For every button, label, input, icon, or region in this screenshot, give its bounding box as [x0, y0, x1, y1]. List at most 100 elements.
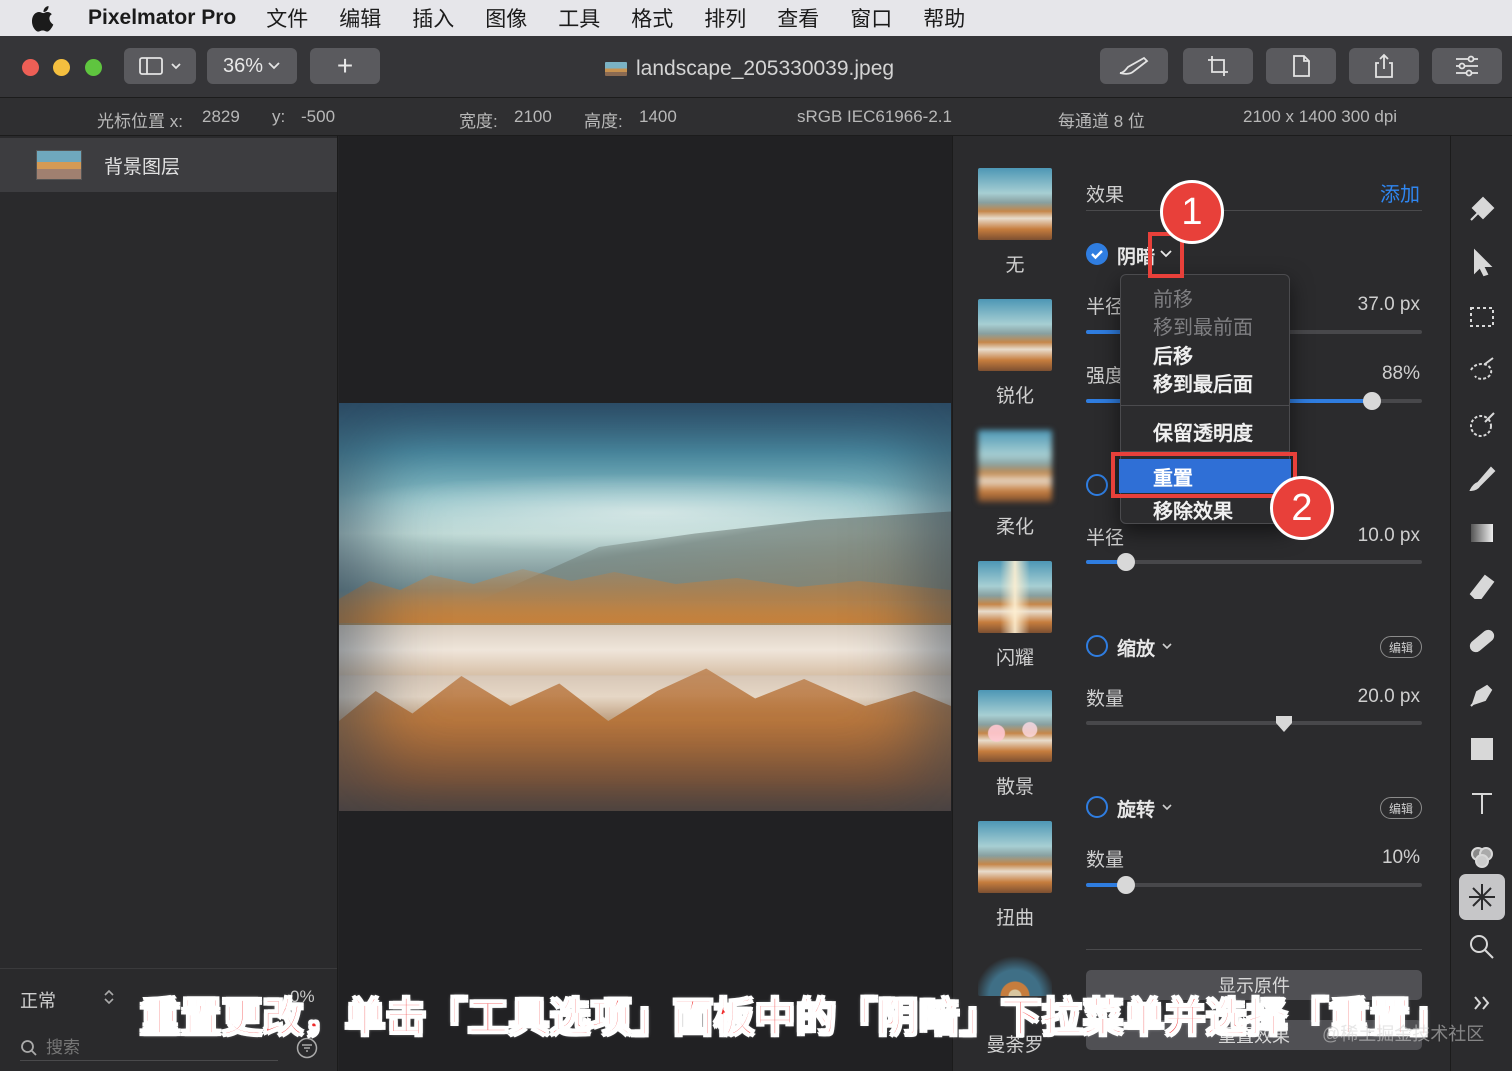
erase-tool[interactable] [1467, 572, 1497, 602]
crop-button[interactable] [1183, 48, 1253, 84]
menu-image[interactable]: 图像 [485, 3, 527, 33]
menu-help[interactable]: 帮助 [923, 3, 965, 33]
share-button[interactable] [1349, 48, 1419, 84]
effects-tool-active[interactable] [1459, 874, 1505, 920]
annotation-box-reset [1111, 452, 1297, 498]
color-picker-tool[interactable] [1467, 410, 1497, 440]
style-tool[interactable] [1467, 194, 1497, 224]
rectangle-shape-icon [1471, 738, 1493, 760]
effects-sparkle-icon [1469, 884, 1495, 910]
canvas-area[interactable] [339, 136, 952, 1071]
marquee-selection-icon [1470, 307, 1494, 327]
cursor-y-label: y: [272, 107, 286, 126]
effect-preset-none[interactable]: 无 [978, 168, 1052, 277]
menu-preserve-transparency[interactable]: 保留透明度 [1153, 417, 1253, 446]
landscape-image[interactable] [339, 403, 951, 811]
rotate-edit-button[interactable]: 编辑 [1380, 797, 1422, 819]
rotate-amount-knob[interactable] [1117, 876, 1136, 894]
zoom-amount-knob[interactable] [1275, 715, 1293, 733]
rotate-amount-slider[interactable] [1086, 876, 1422, 894]
adjust-button[interactable] [1432, 48, 1502, 84]
second-radius-slider[interactable] [1086, 553, 1422, 571]
effect-thumbnail [978, 821, 1052, 893]
menu-move-backward[interactable]: 后移 [1153, 340, 1193, 369]
updown-chevron-icon[interactable] [102, 987, 116, 1007]
menu-view[interactable]: 查看 [777, 3, 819, 33]
second-effect-checkbox[interactable] [1086, 474, 1108, 496]
menu-tools[interactable]: 工具 [558, 3, 600, 33]
zoom-level-dropdown[interactable]: 36% [207, 48, 297, 84]
type-tool[interactable] [1467, 788, 1497, 818]
shadow-effect-checkbox[interactable] [1086, 243, 1108, 265]
shape-tool[interactable] [1467, 734, 1497, 764]
menu-bring-to-front[interactable]: 移到最前面 [1153, 311, 1253, 340]
document-icon [1293, 55, 1310, 77]
zoom-window-button[interactable] [85, 59, 102, 76]
second-radius-value: 10.0 px [1357, 525, 1420, 546]
height-label: 高度: [584, 112, 623, 131]
menu-file[interactable]: 文件 [266, 3, 308, 33]
shadow-strength-value: 88% [1381, 363, 1420, 384]
chevron-down-icon [268, 62, 280, 70]
second-radius-knob[interactable] [1117, 553, 1136, 571]
blend-mode-select[interactable]: 正常 [20, 987, 56, 1013]
effect-thumbnail [978, 561, 1052, 633]
more-tools-button[interactable] [1467, 988, 1497, 1018]
paintbrush-icon [1469, 466, 1496, 492]
eraser-icon [1469, 574, 1495, 599]
tools-rail [1450, 136, 1512, 1071]
menu-send-to-back[interactable]: 移到最后面 [1153, 368, 1253, 397]
zoom-amount-slider[interactable] [1086, 716, 1422, 732]
color-circles-icon [1471, 847, 1493, 868]
effect-preset-distort[interactable]: 扭曲 [978, 821, 1052, 930]
arrange-tool[interactable] [1467, 248, 1497, 278]
effect-thumbnail [978, 299, 1052, 371]
color-adjust-tool[interactable] [1467, 842, 1497, 872]
menu-remove-effect[interactable]: 移除效果 [1153, 495, 1233, 524]
gradient-tool[interactable] [1467, 518, 1497, 548]
zoom-effect-checkbox[interactable] [1086, 635, 1108, 657]
effect-label: 扭曲 [995, 908, 1034, 929]
menu-window[interactable]: 窗口 [850, 3, 892, 33]
zoom-edit-button[interactable]: 编辑 [1380, 636, 1422, 658]
menu-move-forward[interactable]: 前移 [1153, 283, 1193, 312]
effect-preset-sharpen[interactable]: 锐化 [978, 299, 1052, 408]
instruction-caption: 重置更改，单击「工具选项」面板中的「阴暗」下拉菜单并选择「重置」 [139, 995, 1452, 1041]
shadow-strength-knob[interactable] [1362, 392, 1381, 410]
paint-tool[interactable] [1467, 464, 1497, 494]
pen-tool[interactable] [1467, 680, 1497, 710]
effect-preset-bokeh[interactable]: 散景 [978, 690, 1052, 799]
zoom-dropdown-chevron-icon[interactable] [1162, 643, 1172, 650]
effect-preset-glow[interactable]: 闪耀 [978, 561, 1052, 670]
add-button[interactable]: + [310, 48, 380, 84]
sidebar-toggle-button[interactable] [124, 48, 196, 84]
eyedropper-icon [1470, 412, 1495, 437]
zoom-tool[interactable] [1467, 932, 1497, 962]
minimize-window-button[interactable] [53, 59, 70, 76]
menu-insert[interactable]: 插入 [412, 3, 454, 33]
add-effect-link[interactable]: 添加 [1380, 178, 1420, 207]
document-button[interactable] [1266, 48, 1336, 84]
apple-logo-icon[interactable] [31, 6, 62, 32]
layer-name: 背景图层 [104, 156, 181, 178]
retouch-tool[interactable] [1467, 626, 1497, 656]
effect-preset-soften[interactable]: 柔化 [978, 430, 1052, 539]
document-title: landscape_205330039.jpeg [605, 54, 894, 84]
header-divider [1086, 210, 1422, 211]
close-window-button[interactable] [22, 59, 39, 76]
rotate-dropdown-chevron-icon[interactable] [1162, 804, 1172, 811]
cursor-x-label: 光标位置 x: [97, 112, 183, 131]
sidebar-icon [139, 57, 181, 75]
menu-format[interactable]: 格式 [631, 3, 673, 33]
layer-row[interactable]: 背景图层 [0, 138, 337, 192]
rotate-effect-name: 旋转 [1117, 800, 1156, 821]
tools-options-button[interactable] [1100, 48, 1168, 84]
pen-nib-icon [1470, 684, 1493, 707]
menu-app-name[interactable]: Pixelmator Pro [88, 6, 236, 30]
menu-arrange[interactable]: 排列 [704, 3, 746, 33]
magic-selection-tool[interactable] [1467, 356, 1497, 386]
rotate-effect-checkbox[interactable] [1086, 796, 1108, 818]
width-label: 宽度: [459, 112, 498, 131]
menu-edit[interactable]: 编辑 [339, 3, 381, 33]
select-tool[interactable] [1467, 302, 1497, 332]
